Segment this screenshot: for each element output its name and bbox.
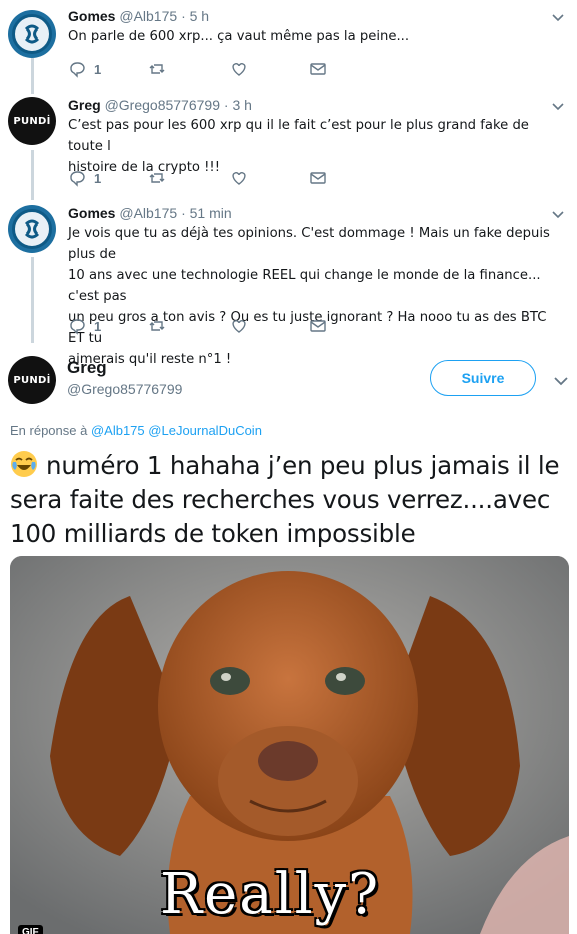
reply-icon: [70, 62, 85, 78]
avatar[interactable]: PUNDİ: [8, 97, 56, 145]
pundi-logo: PUNDİ: [13, 374, 51, 386]
reply-tweet[interactable]: Gomes @Alb175 · 51 min Je vois que tu as…: [0, 205, 577, 367]
pundi-logo: PUNDİ: [13, 115, 51, 127]
follow-button[interactable]: Suivre: [430, 360, 536, 396]
dm-icon: [310, 172, 326, 184]
reply-tweet[interactable]: Gomes @Alb175 · 5 h On parle de 600 xrp.…: [0, 8, 577, 88]
like-icon: [232, 320, 246, 333]
tweet-text-line: numéro 1 hahaha j’en peu plus jamais il …: [10, 449, 575, 483]
retweet-icon: [149, 173, 165, 183]
tweet-text-line: 10 ans avec une technologie REEL qui cha…: [68, 268, 541, 304]
author-handle[interactable]: @Alb175: [119, 205, 177, 221]
tweet-text-line: C’est pas pour les 600 xrp qu il le fait…: [68, 118, 529, 154]
chevron-down-icon[interactable]: [553, 373, 569, 389]
author-name[interactable]: Gomes: [68, 205, 115, 221]
reply-count: 1: [94, 318, 102, 334]
in-reply-label: En réponse à: [10, 423, 88, 438]
timestamp[interactable]: 3 h: [232, 97, 251, 113]
reply-header: Greg @Grego85776799 · 3 h: [68, 97, 252, 113]
avatar[interactable]: [8, 10, 56, 58]
mention-link[interactable]: @LeJournalDuCoin: [148, 423, 262, 438]
dm-button[interactable]: [309, 60, 327, 78]
gif-badge: GIF: [18, 925, 43, 934]
reply-button[interactable]: 1: [68, 317, 101, 335]
timestamp[interactable]: 5 h: [190, 8, 209, 24]
action-bar: 1: [68, 317, 338, 335]
chevron-down-icon[interactable]: [551, 99, 565, 113]
tweet-text: numéro 1 hahaha j’en peu plus jamais il …: [10, 449, 575, 551]
author-handle[interactable]: @Alb175: [119, 8, 177, 24]
retweet-button[interactable]: [148, 60, 166, 78]
media-caption: Really?: [160, 862, 381, 927]
retweet-button[interactable]: [148, 317, 166, 335]
author-name[interactable]: Greg: [67, 358, 107, 378]
like-button[interactable]: [230, 60, 248, 78]
mention-link[interactable]: @Alb175: [91, 423, 145, 438]
reply-button[interactable]: 1: [68, 60, 101, 78]
reply-count: 1: [94, 170, 102, 186]
tweet-text: On parle de 600 xrp... ça vaut même pas …: [68, 29, 410, 44]
timestamp[interactable]: 51 min: [190, 205, 232, 221]
in-reply-to: En réponse à @Alb175 @LeJournalDuCoin: [10, 423, 262, 438]
separator-dot: ·: [223, 97, 229, 113]
reply-tweet[interactable]: PUNDİ Greg @Grego85776799 · 3 h C’est pa…: [0, 97, 577, 197]
like-icon: [232, 172, 246, 185]
dm-icon: [310, 320, 326, 332]
retweet-icon: [149, 321, 165, 331]
avatar[interactable]: [8, 205, 56, 253]
ripple-logo-icon: [12, 209, 52, 249]
avatar[interactable]: PUNDİ: [8, 356, 56, 404]
author-name[interactable]: Gomes: [68, 8, 115, 24]
author-handle[interactable]: @Grego85776799: [105, 97, 220, 113]
like-button[interactable]: [230, 317, 248, 335]
tweet-text-content: numéro 1 hahaha j’en peu plus jamais il …: [46, 451, 560, 480]
tweet-text-line: 100 milliards de token impossible: [10, 519, 416, 548]
reply-icon: [70, 319, 85, 335]
like-icon: [232, 63, 246, 76]
retweet-button[interactable]: [148, 169, 166, 187]
author-name[interactable]: Greg: [68, 97, 101, 113]
retweet-icon: [149, 64, 165, 74]
ripple-logo-icon: [12, 14, 52, 54]
tweet-text-line: Je vois que tu as déjà tes opinions. C'e…: [68, 226, 550, 262]
reply-header: Gomes @Alb175 · 5 h: [68, 8, 209, 24]
like-button[interactable]: [230, 169, 248, 187]
tweet-text-line: sera faite des recherches vous verrez...…: [10, 485, 551, 514]
reply-header: Gomes @Alb175 · 51 min: [68, 205, 232, 221]
separator-dot: ·: [181, 8, 186, 24]
dm-button[interactable]: [309, 169, 327, 187]
dm-button[interactable]: [309, 317, 327, 335]
face-with-tears-of-joy-icon: [11, 451, 37, 477]
reply-count: 1: [94, 61, 102, 77]
separator-dot: ·: [181, 205, 186, 221]
action-bar: 1: [68, 169, 338, 187]
tweet-media-gif[interactable]: Really? GIF: [10, 556, 569, 934]
dm-icon: [310, 63, 326, 75]
reply-button[interactable]: 1: [68, 169, 101, 187]
chevron-down-icon[interactable]: [551, 207, 565, 221]
action-bar: 1: [68, 60, 338, 78]
reply-icon: [70, 171, 85, 187]
author-handle[interactable]: @Grego85776799: [67, 381, 182, 397]
chevron-down-icon[interactable]: [551, 10, 565, 24]
tweet-text: Je vois que tu as déjà tes opinions. C'e…: [68, 223, 557, 370]
